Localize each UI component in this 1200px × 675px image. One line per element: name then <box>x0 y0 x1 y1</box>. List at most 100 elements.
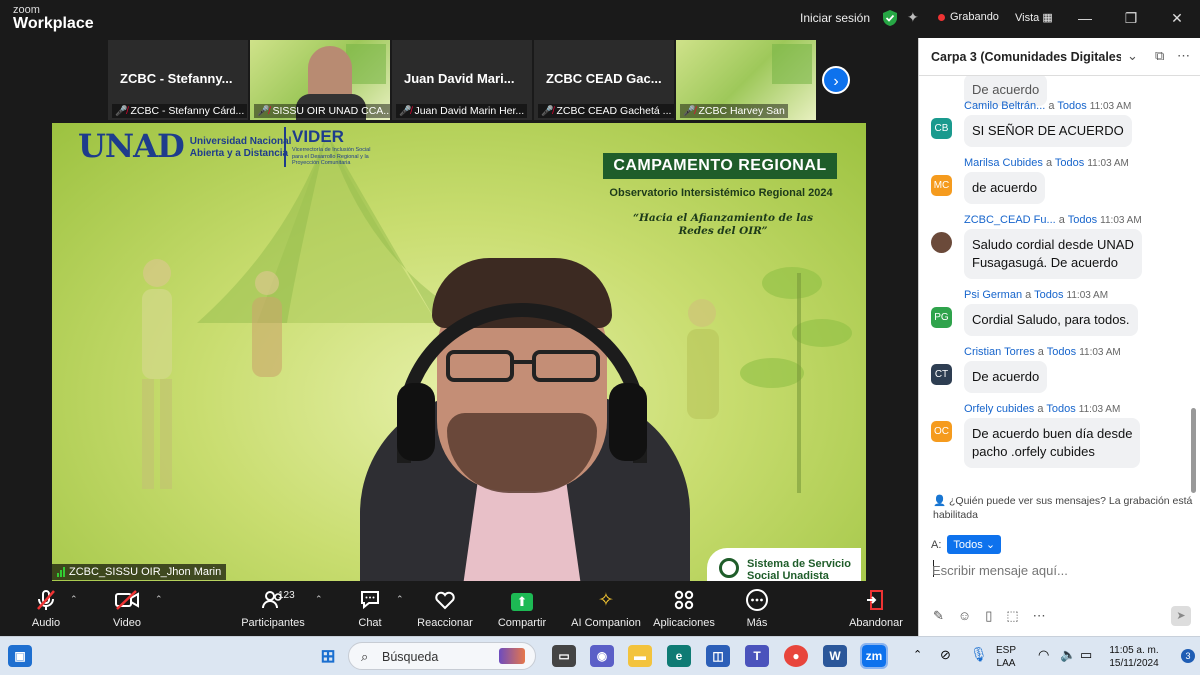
chevron-up-icon[interactable]: ⌃ <box>70 594 78 605</box>
participants-button[interactable]: 123 Participantes ⌃ <box>233 588 322 629</box>
apps-button[interactable]: Aplicaciones <box>644 588 724 629</box>
message-header: Camilo Beltrán... a Todos 11:03 AM <box>964 100 1131 112</box>
to-label: A: <box>931 538 942 551</box>
sign-in-link[interactable]: Iniciar sesión <box>800 11 870 25</box>
store-icon[interactable]: ◫ <box>706 645 730 667</box>
meeting-toolbar: Audio ⌃ Video ⌃ 123 Participantes ⌃ Chat… <box>0 582 918 636</box>
clock[interactable]: 11:05 a. m. 15/11/2024 <box>1102 644 1166 670</box>
to-word: a <box>1045 157 1053 169</box>
chat-input[interactable] <box>932 558 1187 582</box>
participant-label-text: Juan David Marin Her... <box>414 105 525 117</box>
windows-start-icon[interactable]: ⊞ <box>316 645 340 667</box>
chevron-up-icon[interactable]: ⌃ <box>155 594 163 605</box>
battery-icon[interactable]: ▭ <box>1080 647 1092 663</box>
share-button[interactable]: ⬆ Compartir <box>482 588 562 629</box>
recipient-dropdown[interactable]: Todos ⌄ <box>947 535 1002 554</box>
recipient: Todos <box>1046 346 1077 358</box>
participant-thumbnail[interactable]: 🎤̸ ZCBC Harvey San <box>676 40 816 120</box>
teams-icon[interactable]: T <box>745 645 769 667</box>
network-off-icon[interactable]: ⊘ <box>940 647 951 663</box>
teams-chat-icon[interactable]: ◉ <box>590 645 614 667</box>
notification-badge[interactable]: 3 <box>1181 649 1195 663</box>
ai-companion-button[interactable]: ✧ AI Companion <box>566 588 646 629</box>
video-button[interactable]: Video ⌃ <box>87 588 167 629</box>
message-time: 11:03 AM <box>1078 404 1121 415</box>
sender-name[interactable]: ZCBC_CEAD Fu... <box>964 214 1056 226</box>
sender-name[interactable]: Cristian Torres <box>964 346 1035 358</box>
participant-thumbnail[interactable]: 🎤̸ SISSU OIR UNAD CCA... <box>250 40 390 120</box>
chevron-down-icon[interactable]: ⌄ <box>1127 48 1138 64</box>
sender-name[interactable]: Orfely cubides <box>964 403 1034 415</box>
chevron-up-icon[interactable]: ⌃ <box>913 648 922 661</box>
to-word: a <box>1058 214 1065 226</box>
minimize-icon[interactable]: — <box>1062 0 1108 38</box>
widgets-icon[interactable]: ▣ <box>8 645 32 667</box>
participant-label-text: SISSU OIR UNAD CCA... <box>272 105 390 117</box>
participant-label-text: ZCBC CEAD Gachetá ... <box>556 105 672 117</box>
participant-thumbnail[interactable]: Juan David Mari... 🎤̸ Juan David Marin He… <box>392 40 532 120</box>
to-word: a <box>1048 100 1055 112</box>
chevron-up-icon[interactable]: ⌃ <box>315 594 323 605</box>
chat-message-list[interactable]: De acuerdo Camilo Beltrán... a Todos 11:… <box>919 76 1189 496</box>
mic-muted-icon: 🎤̸ <box>541 105 554 117</box>
microphone-icon[interactable]: 🎙 <box>970 646 988 663</box>
recipient-value: Todos <box>953 539 983 551</box>
privacy-note[interactable]: 👤 ¿Quién puede ver sus mensajes? La grab… <box>933 494 1195 522</box>
recording-indicator[interactable]: Grabando <box>938 11 999 23</box>
file-explorer-icon[interactable]: ▬ <box>628 645 652 667</box>
more-options-icon[interactable]: ⋯ <box>1177 48 1190 64</box>
message-line: De acuerdo buen día desde <box>972 426 1133 441</box>
audio-button[interactable]: Audio ⌃ <box>6 588 86 629</box>
volume-icon[interactable]: 🔈 <box>1060 647 1076 663</box>
privacy-text: ¿Quién puede ver sus mensajes? La grabac… <box>933 495 1193 522</box>
view-menu[interactable]: Vista ▦ <box>1015 11 1053 24</box>
sender-name[interactable]: Camilo Beltrán... <box>964 100 1045 112</box>
sender-name[interactable]: Psi German <box>964 289 1022 301</box>
recipient: Todos <box>1034 289 1064 301</box>
wifi-icon[interactable]: ◠ <box>1038 647 1049 663</box>
chevron-up-icon[interactable]: ⌃ <box>396 594 404 605</box>
close-icon[interactable]: ✕ <box>1154 0 1200 38</box>
chat-title[interactable]: Carpa 3 (Comunidades Digitales ... <box>931 50 1121 64</box>
screenshot-icon[interactable]: ⬚ <box>1006 608 1018 624</box>
ai-sparkle-icon[interactable]: ✦ <box>907 9 923 27</box>
send-button[interactable]: ➤ <box>1171 606 1191 626</box>
react-button[interactable]: Reaccionar <box>405 588 485 629</box>
leave-button[interactable]: Abandonar <box>836 588 916 629</box>
more-options-icon[interactable]: ⋯ <box>1033 608 1046 624</box>
vider-logo: VIDER Vicerrectoría de Inclusión Social … <box>284 127 374 167</box>
security-shield-icon[interactable] <box>882 9 898 27</box>
participants-count: 123 <box>278 590 295 601</box>
react-label: Reaccionar <box>417 617 473 629</box>
next-page-button[interactable]: › <box>822 66 850 94</box>
more-button[interactable]: Más <box>717 588 797 629</box>
taskbar-search[interactable]: ⌕ Búsqueda <box>348 642 536 670</box>
unad-name-line1: Universidad Nacional <box>189 136 292 147</box>
word-icon[interactable]: W <box>823 645 847 667</box>
chat-scrollbar[interactable] <box>1191 408 1196 493</box>
participant-thumbnail[interactable]: ZCBC - Stefanny... 🎤̸ ZCBC - Stefanny Cár… <box>108 40 248 120</box>
task-view-icon[interactable]: ▭ <box>552 645 576 667</box>
pop-out-icon[interactable]: ⧉ <box>1155 48 1164 64</box>
language-indicator[interactable]: ESP LAA <box>996 644 1016 670</box>
active-speaker-video[interactable]: UNAD Universidad Nacional Abierta y a Di… <box>52 123 866 581</box>
zoom-app-icon[interactable]: zm <box>860 643 888 669</box>
to-word: a <box>1037 346 1044 358</box>
participant-thumbnail[interactable]: ZCBC CEAD Gac... 🎤̸ ZCBC CEAD Gachetá ... <box>534 40 674 120</box>
observatory-title: Observatorio Intersistémico Regional 202… <box>609 187 833 199</box>
message-time: 11:03 AM <box>1079 347 1121 358</box>
title-bar: zoom Workplace Iniciar sesión ✦ <box>0 0 919 38</box>
search-placeholder: Búsqueda <box>382 650 439 664</box>
file-icon[interactable]: ▯ <box>985 608 992 624</box>
edge-icon[interactable]: e <box>667 645 691 667</box>
recipient-row: A: Todos ⌄ <box>931 535 1002 554</box>
format-icon[interactable]: ✎ <box>933 608 944 624</box>
emoji-icon[interactable]: ☺ <box>958 608 971 624</box>
chevron-right-icon: › <box>833 73 839 90</box>
chat-button[interactable]: Chat ⌃ <box>330 588 410 629</box>
chrome-icon[interactable]: ● <box>784 645 808 667</box>
sender-name[interactable]: Marilsa Cubides <box>964 157 1043 169</box>
maximize-icon[interactable]: ❐ <box>1108 0 1154 38</box>
message-line: Saludo cordial desde UNAD <box>972 237 1134 252</box>
ai-label: AI Companion <box>571 617 641 629</box>
